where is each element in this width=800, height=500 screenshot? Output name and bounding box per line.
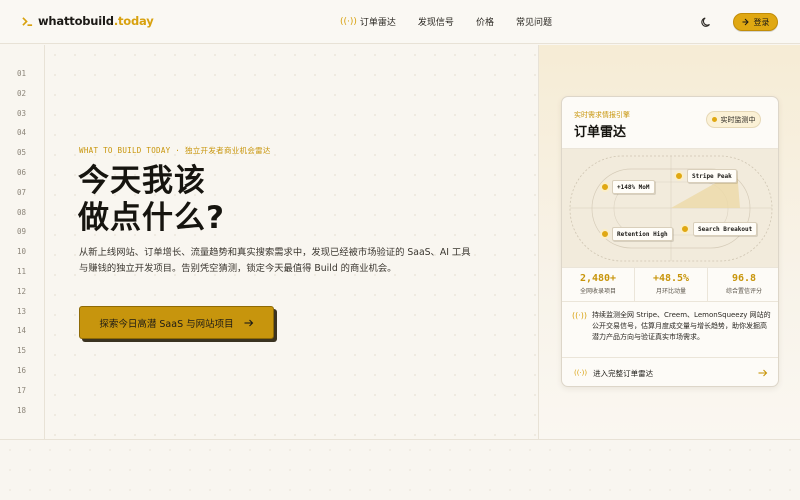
- card-title: 订单雷达: [574, 125, 627, 140]
- line-number-gutter: 01 02 03 04 05 06 07 08 09 10 11 12 13 14 15 16 17 18: [0, 45, 45, 440]
- signal-dot-icon: [674, 171, 684, 181]
- nav-label: 常见问题: [515, 18, 552, 28]
- nav-item-faq[interactable]: 常见问题: [516, 15, 552, 28]
- line-number: 17: [17, 385, 27, 395]
- arrow-right-icon: [244, 319, 253, 326]
- line-number: 01: [17, 69, 27, 78]
- live-dot-icon: [711, 117, 717, 122]
- line-number: 14: [17, 326, 27, 336]
- card-eyebrow: 实时需求情报引擎: [574, 111, 630, 119]
- line-number: 09: [17, 227, 27, 237]
- line-number: 18: [17, 405, 27, 415]
- stat-projects: 2,480+ 全网收录项目: [562, 268, 635, 301]
- stat-value: 96.8: [731, 273, 757, 284]
- main-nav: ((·)) 订单雷达 发现信号 价格 常见问题: [340, 15, 574, 29]
- moon-icon[interactable]: [701, 16, 713, 28]
- nav-item-discover-signals[interactable]: 发现信号: [418, 15, 454, 28]
- line-number: 13: [17, 306, 27, 316]
- radar-tag-label: Search Breakout: [698, 225, 753, 233]
- radar-graphic: [569, 155, 773, 262]
- arrow-right-icon: [758, 369, 768, 377]
- line-number: 12: [17, 286, 27, 296]
- login-button[interactable]: 登录: [733, 13, 778, 31]
- hero-headline: 今天我该 做点什么?: [78, 163, 225, 237]
- live-badge-label: 实时监测中: [720, 115, 756, 124]
- stat-value: 2,480+: [579, 273, 617, 284]
- line-number: 06: [17, 168, 27, 177]
- line-number: 16: [17, 366, 27, 375]
- headline-line-2: 做点什么?: [78, 200, 225, 236]
- radar-tag-label: Stripe Peak: [692, 172, 732, 180]
- nav-label: 价格: [475, 18, 494, 28]
- radar-tag-label: Retention High: [617, 230, 668, 238]
- stat-label: 全网收录项目: [579, 288, 616, 295]
- radar-tag-label: +148% MoM: [617, 183, 650, 191]
- radar-icon: ((·)): [340, 16, 357, 27]
- radar-tag-search-breakout: Search Breakout: [693, 222, 758, 236]
- line-number: 03: [17, 108, 27, 118]
- nav-label: 发现信号: [417, 18, 454, 28]
- line-number: 11: [17, 267, 27, 276]
- login-label: 登录: [753, 17, 770, 27]
- stat-momentum: +48.5% 月环比动量: [635, 268, 708, 301]
- bottom-dot-grid: [0, 440, 800, 500]
- stats-row: 2,480+ 全网收录项目 +48.5% 月环比动量 96.8 综合置信评分: [562, 268, 778, 302]
- right-panel: 实时需求情报引擎 订单雷达 实时监测中 +148% MoM Stripe Pea…: [538, 45, 800, 440]
- footer-label: 进入完整订单雷达: [593, 368, 654, 378]
- radar-tag-mom: +148% MoM: [612, 180, 655, 194]
- order-radar-card: 实时需求情报引擎 订单雷达 实时监测中 +148% MoM Stripe Pea…: [561, 96, 779, 387]
- radar-visual: +148% MoM Stripe Peak Retention High Sea…: [562, 149, 778, 268]
- line-number: 08: [17, 207, 27, 217]
- hero-eyebrow: WHAT TO BUILD TODAY · 独立开发者商业机会雷达: [79, 146, 271, 155]
- stat-confidence: 96.8 综合置信评分: [708, 268, 778, 301]
- login-icon: [742, 18, 749, 26]
- top-navbar: whattobuild.today ((·)) 订单雷达 发现信号 价格 常见问…: [0, 0, 800, 44]
- nav-label: 订单雷达: [359, 18, 396, 28]
- radar-tag-retention: Retention High: [612, 227, 673, 241]
- terminal-prompt-icon: [22, 16, 33, 26]
- line-number: 07: [17, 187, 27, 197]
- line-number: 05: [17, 148, 27, 158]
- nav-item-pricing[interactable]: 价格: [476, 15, 494, 28]
- card-header: 实时需求情报引擎 订单雷达 实时监测中: [562, 97, 778, 149]
- signal-icon: ((·)): [572, 311, 588, 320]
- nav-item-order-radar[interactable]: ((·)) 订单雷达: [340, 15, 396, 29]
- card-description: ((·)) 持续监测全网 Stripe、Creem、LemonSqueezy 网…: [572, 310, 772, 343]
- logo-text: whattobuild.today: [38, 14, 154, 28]
- headline-line-1: 今天我该: [78, 163, 206, 199]
- signal-dot-icon: [600, 229, 610, 239]
- line-number: 04: [17, 128, 27, 138]
- stat-label: 综合置信评分: [725, 288, 762, 295]
- signal-dot-icon: [680, 224, 690, 234]
- live-status-badge: 实时监测中: [706, 111, 761, 128]
- hero-section: WHAT TO BUILD TODAY · 独立开发者商业机会雷达 今天我该 做…: [45, 45, 538, 440]
- line-number: 02: [17, 88, 27, 98]
- signal-icon: ((·)): [574, 369, 588, 377]
- radar-tag-stripe-peak: Stripe Peak: [687, 169, 737, 183]
- signal-dot-icon: [600, 182, 610, 192]
- cta-label: 探索今日高潜 SaaS 与网站项目: [99, 318, 234, 330]
- hero-description: 从新上线网站、订单增长、流量趋势和真实搜索需求中，发现已经被市场验证的 SaaS…: [79, 247, 471, 274]
- section-divider: [0, 439, 800, 440]
- stat-value: +48.5%: [652, 273, 690, 284]
- card-description-text: 持续监测全网 Stripe、Creem、LemonSqueezy 网站的公开交易…: [592, 311, 771, 341]
- stat-label: 月环比动量: [655, 288, 686, 295]
- line-number: 10: [17, 247, 27, 257]
- explore-projects-button[interactable]: 探索今日高潜 SaaS 与网站项目: [79, 306, 274, 339]
- open-order-radar-link[interactable]: ((·)) 进入完整订单雷达: [562, 357, 778, 386]
- line-number: 15: [17, 346, 27, 356]
- logo[interactable]: whattobuild.today: [22, 14, 154, 28]
